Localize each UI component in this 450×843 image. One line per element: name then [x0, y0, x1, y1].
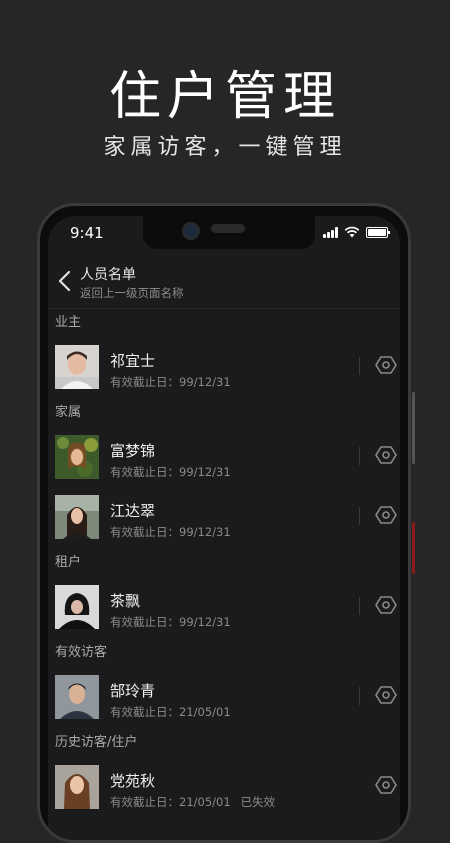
settings-icon[interactable]: [375, 354, 397, 376]
battery-icon: [366, 226, 390, 238]
person-name: 茶飘: [110, 592, 141, 610]
expiry-date: 有效截止日：99/12/31: [110, 465, 231, 479]
section-header-owner: 业主: [55, 315, 82, 330]
section-header-history: 历史访客/住户: [55, 735, 138, 750]
person-expiry: 有效截止日：99/12/31: [110, 614, 231, 630]
phone-notch: [143, 216, 315, 249]
person-name: 祁宜士: [110, 352, 156, 370]
person-expiry: 有效截止日：21/05/01: [110, 704, 231, 720]
person-row[interactable]: 郜玲青 有效截止日：21/05/01: [48, 669, 400, 729]
settings-icon[interactable]: [375, 594, 397, 616]
expired-status: 已失效: [240, 795, 276, 809]
row-divider: [359, 687, 360, 705]
front-camera: [182, 222, 200, 240]
settings-icon[interactable]: [375, 504, 397, 526]
row-divider: [359, 507, 360, 525]
person-name: 富梦锦: [110, 442, 156, 460]
earpiece-speaker: [211, 224, 245, 233]
person-row[interactable]: 江达翠 有效截止日：99/12/31: [48, 489, 400, 549]
promo-title: 住户管理: [108, 67, 341, 127]
person-expiry: 有效截止日：99/12/31: [110, 464, 231, 480]
phone-side-button: [412, 392, 415, 464]
row-divider: [359, 597, 360, 615]
phone-side-button-red: [412, 522, 415, 574]
avatar: [55, 345, 99, 389]
settings-icon[interactable]: [375, 684, 397, 706]
status-icons: [323, 226, 390, 238]
avatar: [55, 675, 99, 719]
person-row[interactable]: 祁宜士 有效截止日：99/12/31: [48, 339, 400, 399]
person-name: 江达翠: [110, 502, 156, 520]
page-title: 人员名单: [80, 267, 136, 283]
avatar: [55, 765, 99, 809]
expiry-date: 有效截止日：21/05/01: [110, 705, 231, 719]
settings-icon[interactable]: [375, 444, 397, 466]
people-list: 业主 祁宜士 有效截止日：99/12/31 家属 富梦锦 有效截止日：99/12…: [48, 309, 400, 819]
person-name: 党苑秋: [110, 772, 156, 790]
nav-bar: 人员名单 返回上一级页面名称: [48, 256, 400, 309]
person-row[interactable]: 党苑秋 有效截止日：21/05/01 已失效: [48, 759, 400, 819]
person-row[interactable]: 富梦锦 有效截止日：99/12/31: [48, 429, 400, 489]
avatar: [55, 585, 99, 629]
person-expiry: 有效截止日：99/12/31: [110, 524, 231, 540]
person-name: 郜玲青: [110, 682, 156, 700]
person-expiry: 有效截止日：99/12/31: [110, 374, 231, 390]
wifi-icon: [344, 226, 360, 238]
avatar: [55, 435, 99, 479]
section-header-family: 家属: [55, 405, 82, 420]
expiry-date: 有效截止日：21/05/01: [110, 795, 231, 809]
section-header-valid-visitors: 有效访客: [55, 645, 108, 660]
person-row[interactable]: 茶飘 有效截止日：99/12/31: [48, 579, 400, 639]
chevron-left-icon[interactable]: [54, 268, 76, 294]
phone-frame: 9:41 人员名单 返回上一级页面名称 业主 祁宜士 有效截止日：99/12/3…: [37, 203, 411, 843]
row-divider: [359, 447, 360, 465]
expiry-date: 有效截止日：99/12/31: [110, 615, 231, 629]
person-expiry: 有效截止日：21/05/01 已失效: [110, 794, 275, 810]
status-time: 9:41: [70, 224, 104, 242]
expiry-date: 有效截止日：99/12/31: [110, 525, 231, 539]
phone-screen: 9:41 人员名单 返回上一级页面名称 业主 祁宜士 有效截止日：99/12/3…: [48, 216, 400, 840]
row-divider: [359, 357, 360, 375]
settings-icon[interactable]: [375, 774, 397, 796]
back-hint[interactable]: 返回上一级页面名称: [80, 285, 184, 301]
expiry-date: 有效截止日：99/12/31: [110, 375, 231, 389]
section-header-tenant: 租户: [55, 555, 82, 570]
avatar: [55, 495, 99, 539]
signal-icon: [323, 226, 338, 238]
promo-subtitle: 家属访客，一键管理: [103, 135, 347, 160]
